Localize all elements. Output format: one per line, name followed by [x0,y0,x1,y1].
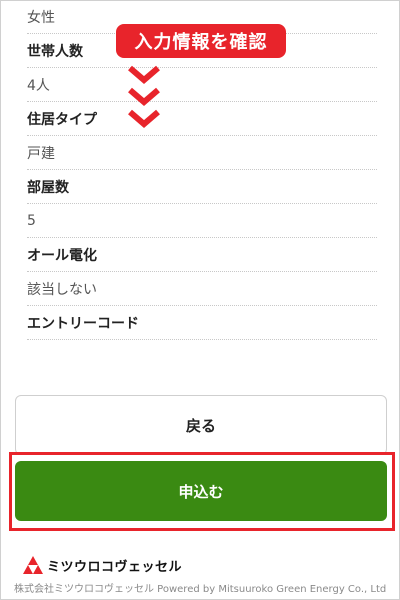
logo-text: ミツウロコヴェッセル [47,559,183,575]
down-chevrons-icon [128,65,160,128]
confirm-info-callout: 入力情報を確認 [116,24,286,58]
all-electric-value: 該当しない [27,272,377,306]
mitsuuroko-triangles-icon [23,556,43,574]
back-button[interactable]: 戻る [15,395,387,455]
residence-type-label: 住居タイプ [27,102,377,136]
footer-copyright: 株式会社ミツウロコヴェッセル Powered by Mitsuuroko Gre… [14,584,387,595]
entry-code-label: エントリーコード [27,306,377,340]
company-logo: ミツウロコヴェッセル [23,555,182,575]
residence-type-value: 戸建 [27,136,377,170]
apply-button[interactable]: 申込む [15,461,387,521]
room-count-value: 5 [27,204,377,238]
household-size-value: 4人 [27,68,377,102]
room-count-label: 部屋数 [27,170,377,204]
all-electric-label: オール電化 [27,238,377,272]
